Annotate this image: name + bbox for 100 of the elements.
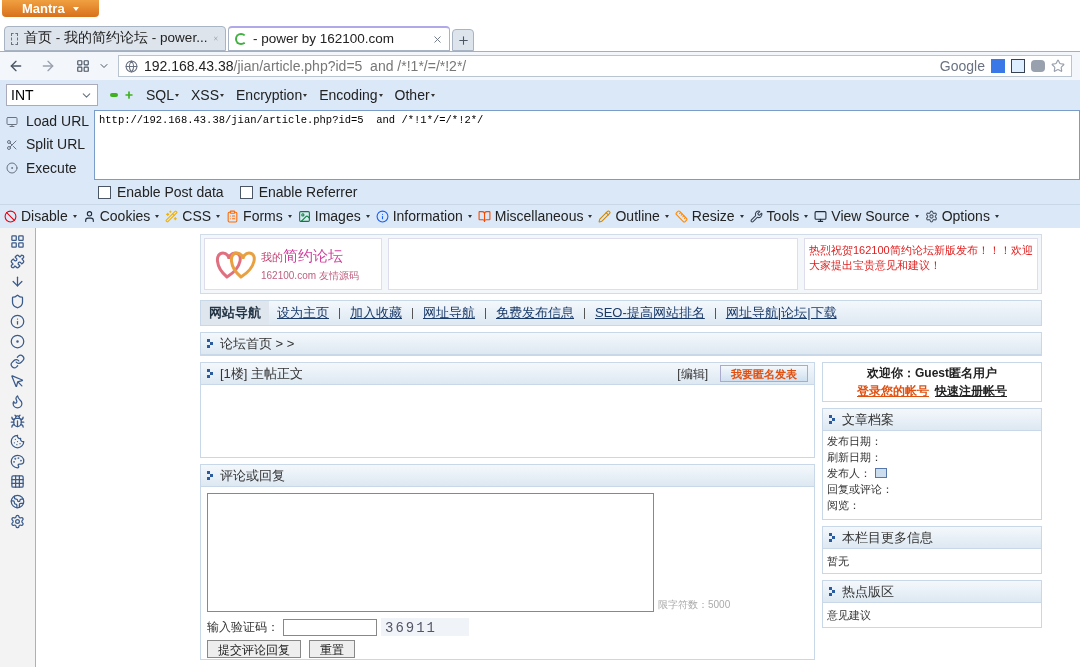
action-icon [6, 115, 18, 128]
bullet-icon [207, 471, 214, 480]
section-title: 评论或回复 [220, 466, 285, 485]
hackbar-action[interactable]: Split URL [6, 134, 94, 156]
toolbar-menu[interactable]: Disable [4, 206, 77, 227]
plus-icon [456, 33, 470, 47]
section-title: 热点版区 [842, 582, 894, 601]
toolbar-icon[interactable] [10, 274, 25, 289]
caret-icon [994, 215, 999, 218]
caret-icon [287, 215, 292, 218]
bullet-icon [207, 339, 214, 348]
hackbar-menu[interactable]: XSS [191, 84, 225, 106]
type-select[interactable]: INT [6, 84, 98, 106]
field-label: 刷新日期： [827, 450, 882, 465]
browser-tab[interactable]: 首页 - 我的简约论坛 - power... [4, 26, 226, 51]
toolbar-icon[interactable] [10, 234, 25, 249]
caret-icon [430, 93, 435, 97]
toolbar-menu-icon [165, 210, 179, 223]
caret-icon [220, 93, 225, 97]
toolbar-menu[interactable]: Information [375, 206, 472, 227]
browser-tab[interactable]: - power by 162100.com [228, 26, 450, 51]
new-tab-button[interactable] [452, 29, 474, 51]
caret-icon [72, 6, 79, 11]
toolbar-menu[interactable]: Cookies [82, 206, 160, 227]
url-text: 192.168.43.38/jian/article.php?id=5 and /*!1*/=/*!2*/ [144, 56, 468, 76]
field-label: 阅览： [827, 498, 860, 513]
hackbar-action[interactable]: Execute [6, 157, 94, 179]
toolbar-icon[interactable] [10, 454, 25, 469]
nav-link[interactable]: 免费发布信息 [496, 303, 574, 323]
toolbar-menu[interactable]: Images [297, 206, 370, 227]
bullet-icon [829, 587, 836, 596]
field-label: 回复或评论： [827, 482, 893, 497]
toolbar-menu-icon [674, 210, 688, 223]
toolbar-menu[interactable]: Tools [749, 206, 809, 227]
toolbar-icon[interactable] [10, 354, 25, 369]
close-icon[interactable] [432, 33, 443, 45]
toolbar-menu[interactable]: CSS [165, 206, 221, 227]
nav-label: 网站导航 [201, 301, 269, 325]
hackbar-menu[interactable]: Encoding [319, 84, 383, 106]
toolbar-menu-icon [598, 210, 612, 223]
checkbox[interactable] [98, 185, 111, 199]
nav-link[interactable]: SEO-提高网站排名 [595, 303, 705, 323]
toolbar-menu-icon [477, 210, 491, 223]
url-textarea[interactable]: http://192.168.43.38/jian/article.php?id=5 and /*!1*/=/*!2*/ [94, 110, 1080, 180]
nav-link[interactable]: 网址导航 [423, 303, 475, 323]
nav-link[interactable]: 设为主页 [277, 303, 329, 323]
bullet-icon [829, 415, 836, 424]
toolbar-menu[interactable]: Resize [674, 206, 744, 227]
toolbar-icon[interactable] [10, 474, 25, 489]
toolbar-menu-icon [749, 210, 763, 223]
info-text: 暂无 [826, 554, 850, 569]
toolbar-icon[interactable] [10, 414, 25, 429]
bullet-icon [207, 369, 214, 378]
nav-link[interactable]: 加入收藏 [350, 303, 402, 323]
comment-textarea[interactable] [207, 493, 654, 612]
caret-icon [588, 215, 593, 218]
toolbar-menu[interactable]: Outline [598, 206, 669, 227]
hackbar-menu[interactable]: Encryption [236, 84, 308, 106]
caret-icon [804, 215, 809, 218]
address-field[interactable]: 192.168.43.38/jian/article.php?id=5 and /*!1*/=/*!2*/ Google [118, 55, 1072, 77]
toolbar-icon[interactable] [10, 374, 25, 389]
toolbar-menu[interactable]: View Source [814, 206, 919, 227]
section-title: [1楼] 主帖正文 [220, 364, 305, 383]
toolbar-icon[interactable] [10, 314, 25, 329]
bookmark-star-icon[interactable] [1051, 59, 1065, 73]
toolbar-menu[interactable]: Options [924, 206, 999, 227]
toolbar-menu-icon [82, 210, 96, 223]
toolbar-icon[interactable] [10, 394, 25, 409]
hot-board-link[interactable]: 意见建议 [823, 603, 1041, 624]
toolbar-icon[interactable] [10, 334, 25, 349]
login-link[interactable]: 登录您的帐号 [857, 382, 929, 400]
tab-title: 首页 - 我的简约论坛 - power... [24, 29, 208, 48]
toolbar-icon[interactable] [10, 434, 25, 449]
hackbar-action[interactable]: Load URL [6, 111, 94, 133]
toolbar-icon[interactable] [10, 494, 25, 509]
form-button[interactable]: 重置 [309, 640, 355, 658]
caret-icon [378, 93, 383, 97]
toolbar-icon[interactable] [10, 254, 25, 269]
hackbar-menu[interactable]: Other [394, 84, 435, 106]
register-link[interactable]: 快速注册帐号 [935, 382, 1007, 400]
toolbar-menu-icon [924, 210, 938, 223]
back-icon[interactable] [8, 58, 24, 74]
caret-icon [739, 215, 744, 218]
section-title: 文章档案 [842, 410, 894, 429]
checkbox[interactable] [239, 185, 253, 199]
action-icon [6, 162, 18, 175]
toolbar-menu[interactable]: Miscellaneous [477, 206, 593, 227]
hackbar-menu[interactable]: SQL [146, 84, 179, 106]
edit-link[interactable]: [编辑] [677, 364, 708, 383]
toolbar-icon[interactable] [10, 514, 25, 529]
field-label: 发布人： [827, 466, 871, 481]
caret-icon [155, 215, 160, 218]
toolbar-menu[interactable]: Forms [226, 206, 292, 227]
form-button[interactable]: 提交评论回复 [207, 640, 301, 658]
captcha-code: 36911 [381, 618, 469, 636]
grid-icon[interactable] [76, 59, 90, 73]
nav-link[interactable]: 网址导航|论坛|下载 [725, 303, 837, 323]
toolbar-icon[interactable] [10, 294, 25, 309]
caret-icon [216, 215, 221, 218]
captcha-field[interactable] [283, 618, 377, 636]
